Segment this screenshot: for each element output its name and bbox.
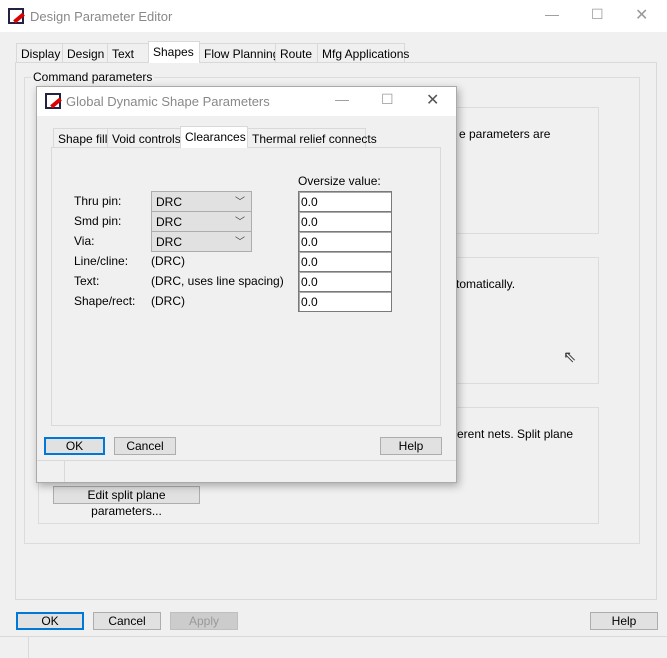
ok-button[interactable]: OK [16,612,84,630]
dialog-minimize-icon[interactable]: — [335,91,349,107]
tab-thermal-relief-connects[interactable]: Thermal relief connects [247,128,377,148]
maximize-icon[interactable]: ☐ [591,6,604,23]
apply-button[interactable]: Apply [170,612,238,630]
dialog-help-button[interactable]: Help [380,437,442,455]
dialog-app-icon [45,93,61,109]
tab-shapes[interactable]: Shapes [148,41,200,63]
thru-pin-oversize-input[interactable]: 0.0 [298,191,392,212]
oversize-header: Oversize value: [298,174,381,188]
via-select[interactable]: DRC ﹀ [151,231,252,252]
group3-text: erent nets. Split plane [457,427,574,441]
dialog-title: Global Dynamic Shape Parameters [66,94,270,109]
main-window-title: Design Parameter Editor [30,9,173,24]
row-label-text: Text: [74,274,100,288]
tab-clearances[interactable]: Clearances [180,126,248,148]
mouse-cursor-icon: ⇖ [563,349,577,366]
row-label-via: Via: [74,234,95,248]
dialog-status-separator [64,461,65,482]
chevron-down-icon: ﹀ [235,237,245,248]
tab-flow-planning[interactable]: Flow Planning [199,43,279,63]
tab-text[interactable]: Text [107,43,149,63]
row-label-line-cline: Line/cline: [74,254,129,268]
tab-display[interactable]: Display [16,43,63,63]
tab-mfg-applications[interactable]: Mfg Applications [317,43,409,63]
dialog-status-divider [37,460,456,461]
minimize-icon[interactable]: — [545,6,559,22]
text-oversize-input[interactable]: 0.0 [298,271,392,292]
tab-design[interactable]: Design [62,43,108,63]
smd-pin-oversize-input[interactable]: 0.0 [298,211,392,232]
close-icon[interactable]: ✕ [635,5,648,25]
tab-void-controls[interactable]: Void controls [107,128,181,148]
app-icon [8,8,24,24]
row-label-shape-rect: Shape/rect: [74,294,136,308]
help-button[interactable]: Help [590,612,658,630]
thru-pin-select-value: DRC [156,195,182,209]
via-oversize-input[interactable]: 0.0 [298,231,392,252]
smd-pin-select[interactable]: DRC ﹀ [151,211,252,232]
global-dynamic-shape-dialog: Global Dynamic Shape Parameters — ☐ ✕ Sh… [36,86,457,483]
dialog-cancel-button[interactable]: Cancel [114,437,176,455]
group2-text: tomatically. [456,277,516,291]
status-bar-divider [0,636,667,637]
row-label-thru-pin: Thru pin: [74,194,122,208]
dialog-close-icon[interactable]: ✕ [426,90,439,110]
via-select-value: DRC [156,235,182,249]
dialog-maximize-icon[interactable]: ☐ [381,91,394,108]
status-bar-separator [28,637,29,658]
cancel-button[interactable]: Cancel [93,612,161,630]
shape-rect-value: (DRC) [151,294,185,308]
row-label-smd-pin: Smd pin: [74,214,122,228]
chevron-down-icon: ﹀ [235,217,245,228]
shape-rect-oversize-input[interactable]: 0.0 [298,291,392,312]
command-parameters-label: Command parameters [31,70,155,84]
text-value: (DRC, uses line spacing) [151,274,284,288]
line-cline-value: (DRC) [151,254,185,268]
edit-split-plane-button[interactable]: Edit split plane parameters... [53,486,200,518]
smd-pin-select-value: DRC [156,215,182,229]
tab-shape-fill[interactable]: Shape fill [53,128,108,148]
dialog-ok-button[interactable]: OK [44,437,105,455]
line-cline-oversize-input[interactable]: 0.0 [298,251,392,272]
thru-pin-select[interactable]: DRC ﹀ [151,191,252,212]
tab-route[interactable]: Route [275,43,318,63]
chevron-down-icon: ﹀ [235,197,245,208]
group1-text: e parameters are [459,127,551,141]
